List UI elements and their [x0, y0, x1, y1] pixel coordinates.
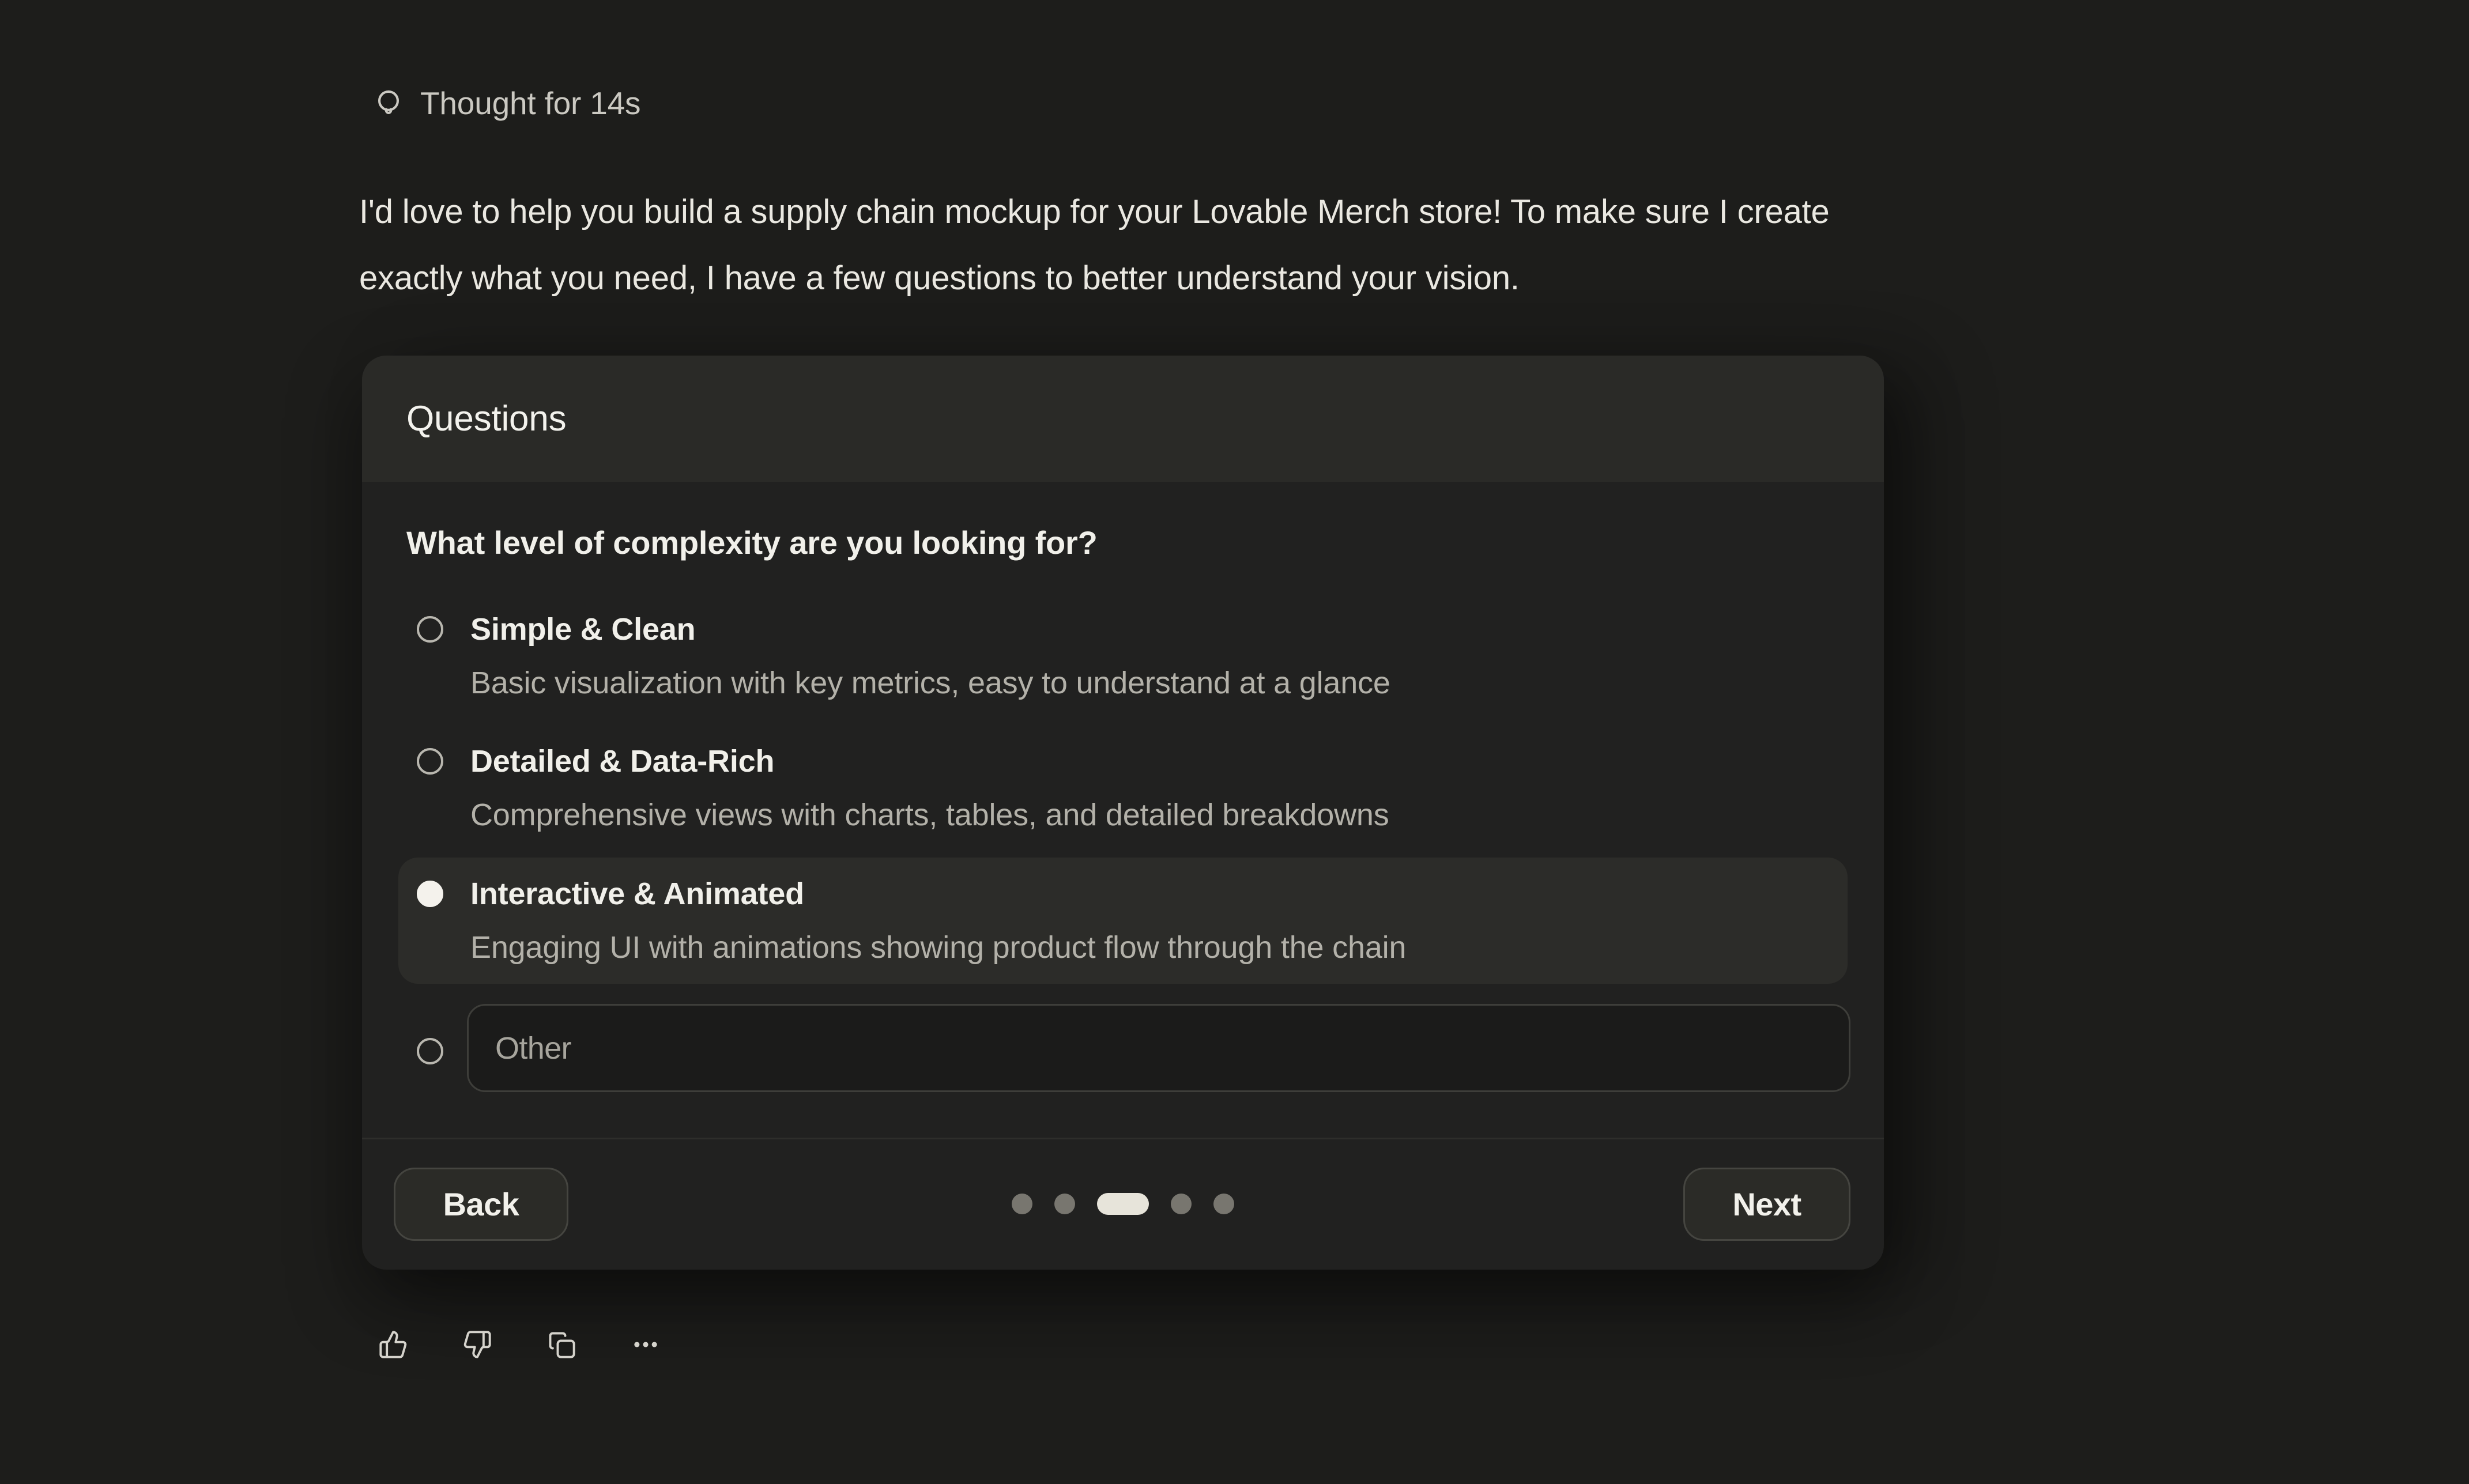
option-simple-clean[interactable]: Simple & Clean Basic visualization with … [398, 593, 1848, 719]
card-header: Questions [362, 356, 1884, 482]
thought-summary[interactable]: Thought for 14s [372, 85, 640, 121]
back-button[interactable]: Back [394, 1168, 568, 1241]
option-description: Comprehensive views with charts, tables,… [470, 796, 1389, 834]
option-title: Detailed & Data-Rich [470, 742, 1389, 780]
copy-button[interactable] [546, 1330, 576, 1360]
option-description: Engaging UI with animations showing prod… [470, 928, 1406, 966]
question-text: What level of complexity are you looking… [406, 524, 1098, 562]
pagination-dot[interactable] [1213, 1194, 1234, 1214]
option-title: Interactive & Animated [470, 875, 1406, 913]
pagination-dot[interactable] [1012, 1194, 1032, 1214]
thumbs-up-icon [378, 1330, 408, 1360]
assistant-message: I'd love to help you build a supply chai… [359, 179, 1830, 311]
thought-label: Thought for 14s [420, 85, 640, 121]
ellipsis-icon [631, 1330, 661, 1360]
chat-page: Thought for 14s I'd love to help you bui… [0, 0, 2469, 1484]
thumbs-down-icon [462, 1330, 492, 1360]
copy-icon [546, 1330, 576, 1360]
lightbulb-icon [372, 86, 405, 120]
card-title: Questions [406, 398, 566, 439]
option-interactive-animated[interactable]: Interactive & Animated Engaging UI with … [398, 858, 1848, 984]
message-line-2: exactly what you need, I have a few ques… [359, 245, 1830, 311]
message-line-1: I'd love to help you build a supply chai… [359, 179, 1830, 245]
pagination-dots [1012, 1193, 1234, 1215]
pagination-dot-active[interactable] [1097, 1193, 1149, 1215]
option-other[interactable] [398, 1004, 1850, 1092]
footer-divider [362, 1138, 1884, 1139]
next-button[interactable]: Next [1683, 1168, 1850, 1241]
questions-card: Questions What level of complexity are y… [362, 356, 1884, 1270]
option-detailed-data-rich[interactable]: Detailed & Data-Rich Comprehensive views… [398, 725, 1848, 851]
thumbs-down-button[interactable] [462, 1330, 492, 1360]
more-options-button[interactable] [631, 1330, 661, 1360]
pagination-dot[interactable] [1054, 1194, 1075, 1214]
option-description: Basic visualization with key metrics, ea… [470, 664, 1390, 702]
pagination-dot[interactable] [1171, 1194, 1192, 1214]
message-actions [378, 1330, 661, 1360]
thumbs-up-button[interactable] [378, 1330, 408, 1360]
radio-icon[interactable] [417, 748, 443, 775]
option-title: Simple & Clean [470, 610, 1390, 648]
radio-icon[interactable] [417, 881, 443, 907]
radio-icon[interactable] [417, 616, 443, 643]
other-option-input[interactable] [467, 1004, 1850, 1092]
radio-icon[interactable] [417, 1038, 443, 1064]
